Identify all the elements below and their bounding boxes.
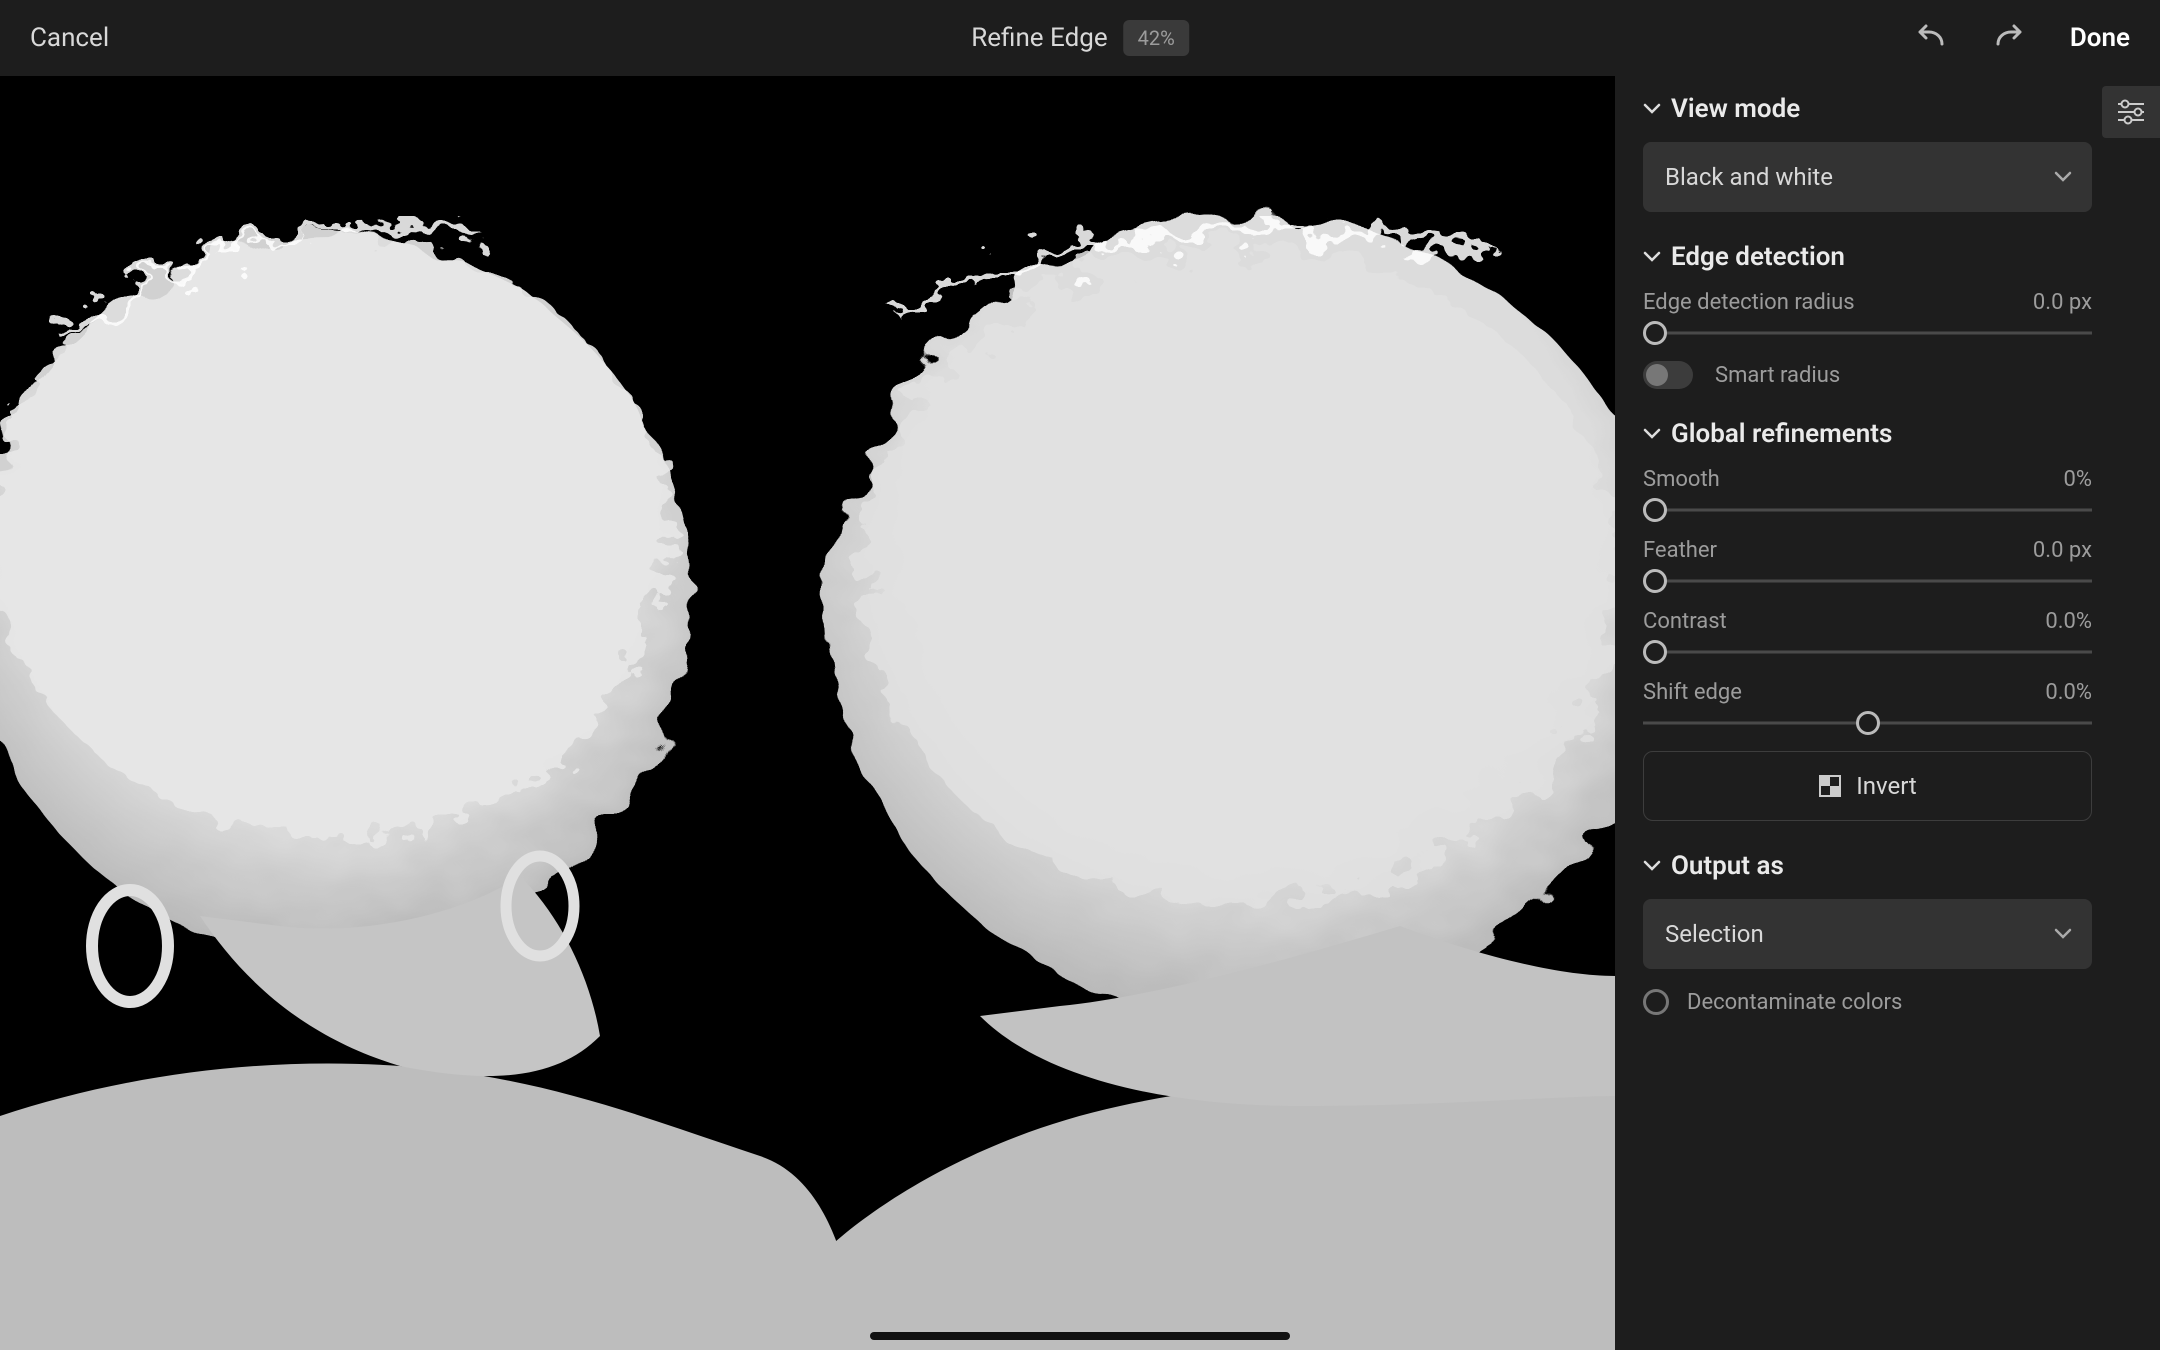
section-header-output-as[interactable]: Output as [1643, 851, 2092, 881]
section-header-global-refinements[interactable]: Global refinements [1643, 419, 2092, 449]
edge-radius-label: Edge detection radius [1643, 290, 1855, 315]
redo-icon [1992, 24, 2028, 52]
smooth-label: Smooth [1643, 467, 1720, 492]
canvas-preview[interactable] [0, 76, 1615, 1350]
feather-value: 0.0 px [2033, 538, 2092, 563]
shift-edge-label: Shift edge [1643, 680, 1742, 705]
contrast-slider[interactable] [1643, 638, 2092, 666]
redo-button[interactable] [1990, 18, 2030, 58]
home-indicator [870, 1332, 1290, 1340]
page-title: Refine Edge [971, 23, 1107, 53]
contrast-label: Contrast [1643, 609, 1727, 634]
zoom-level-badge[interactable]: 42% [1124, 20, 1189, 56]
chevron-down-icon [1643, 428, 1661, 440]
done-button[interactable]: Done [2070, 23, 2130, 53]
chevron-down-icon [2054, 928, 2072, 940]
edge-radius-slider[interactable] [1643, 319, 2092, 347]
section-view-mode: View mode Black and white [1643, 94, 2092, 212]
smart-radius-label: Smart radius [1715, 363, 1840, 388]
top-bar: Cancel Refine Edge 42% Done [0, 0, 2160, 76]
section-title: View mode [1671, 94, 1800, 124]
view-mode-dropdown[interactable]: Black and white [1643, 142, 2092, 212]
output-as-dropdown[interactable]: Selection [1643, 899, 2092, 969]
sliders-icon [2116, 99, 2146, 125]
smooth-value: 0% [2064, 467, 2092, 492]
smart-radius-toggle[interactable] [1643, 361, 1693, 389]
section-title: Output as [1671, 851, 1784, 881]
chevron-down-icon [2054, 171, 2072, 183]
undo-icon [1912, 24, 1948, 52]
dropdown-value: Black and white [1665, 163, 1833, 191]
shift-edge-slider[interactable] [1643, 709, 2092, 737]
chevron-down-icon [1643, 860, 1661, 872]
invert-button[interactable]: Invert [1643, 751, 2092, 821]
section-global-refinements: Global refinements Smooth 0% Feather 0.0… [1643, 419, 2092, 821]
section-header-view-mode[interactable]: View mode [1643, 94, 2092, 124]
decontaminate-colors-radio[interactable] [1643, 989, 1669, 1015]
edge-radius-value: 0.0 px [2033, 290, 2092, 315]
section-title: Global refinements [1671, 419, 1892, 449]
decontaminate-colors-label: Decontaminate colors [1687, 990, 1902, 1015]
feather-slider[interactable] [1643, 567, 2092, 595]
section-output-as: Output as Selection Decontaminate colors [1643, 851, 2092, 1015]
contrast-value: 0.0% [2045, 609, 2092, 634]
cancel-button[interactable]: Cancel [30, 23, 109, 53]
chevron-down-icon [1643, 103, 1661, 115]
feather-label: Feather [1643, 538, 1717, 563]
section-edge-detection: Edge detection Edge detection radius 0.0… [1643, 242, 2092, 389]
mask-preview [0, 76, 1615, 1350]
section-title: Edge detection [1671, 242, 1845, 272]
section-header-edge-detection[interactable]: Edge detection [1643, 242, 2092, 272]
invert-label: Invert [1856, 772, 1917, 800]
properties-panel: View mode Black and white Edge detection… [1615, 76, 2160, 1350]
undo-button[interactable] [1910, 18, 1950, 58]
invert-icon [1818, 774, 1842, 798]
chevron-down-icon [1643, 251, 1661, 263]
smooth-slider[interactable] [1643, 496, 2092, 524]
dropdown-value: Selection [1665, 920, 1764, 948]
shift-edge-value: 0.0% [2045, 680, 2092, 705]
settings-tab[interactable] [2102, 86, 2160, 138]
